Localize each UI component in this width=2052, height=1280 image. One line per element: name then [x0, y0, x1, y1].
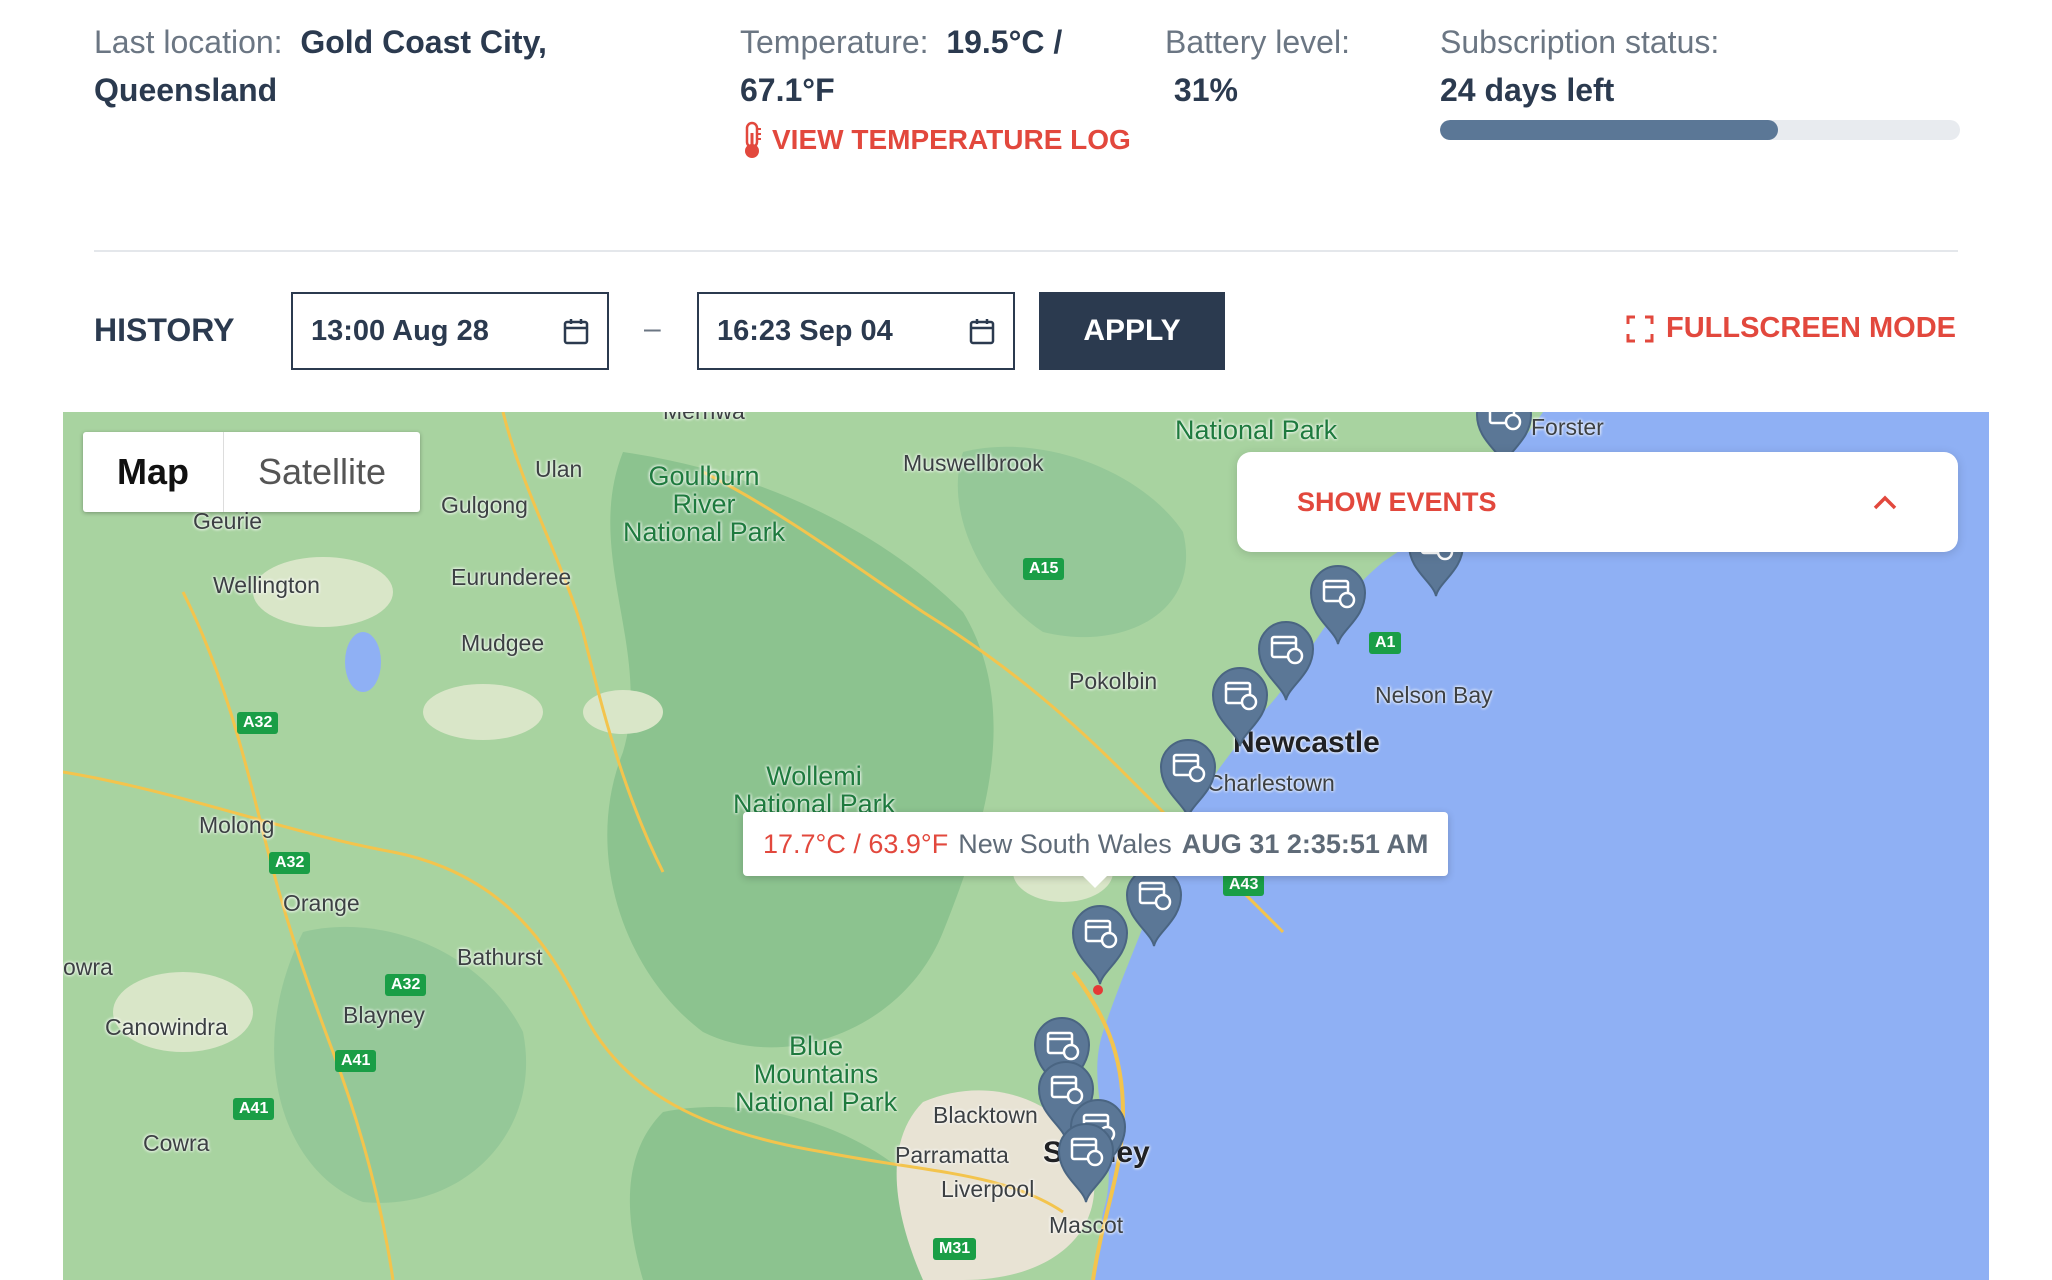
show-events-label: SHOW EVENTS: [1297, 486, 1497, 517]
map-label-nelson-bay: Nelson Bay: [1375, 682, 1493, 708]
map-label-blue-mountains-np: Blue Mountains National Park: [735, 1032, 897, 1116]
map-view[interactable]: Merriwa National Park Forster Muswellbro…: [63, 412, 1989, 1280]
map-label-wollemi-1: Wollemi: [766, 761, 862, 791]
map-label-wollemi-np: Wollemi National Park: [733, 762, 895, 818]
map-label-mascot: Mascot: [1049, 1212, 1124, 1238]
fullscreen-icon: [1626, 315, 1654, 342]
map-label-parramatta: Parramatta: [895, 1142, 1009, 1168]
map-label-national-park: National Park: [1175, 415, 1338, 445]
show-events-panel[interactable]: SHOW EVENTS: [1237, 452, 1958, 552]
calendar-event-icon: [1057, 1123, 1115, 1203]
road-shield-a41: A41: [233, 1098, 275, 1120]
map-label-goulburn-1: Goulburn: [648, 461, 760, 491]
map-label-canowindra: Canowindra: [105, 1014, 228, 1040]
event-marker[interactable]: [1053, 1118, 1119, 1204]
map-label-ulan: Ulan: [535, 456, 583, 482]
event-tooltip: 17.7°C / 63.9°F New South Wales AUG 31 2…: [743, 812, 1449, 888]
history-end-value: 16:23 Sep 04: [717, 314, 893, 347]
map-label-forster: Forster: [1531, 414, 1604, 440]
subscription-value: 24 days left: [1440, 72, 1615, 108]
temperature-label: Temperature:: [740, 24, 929, 60]
map-label-goulburn-river-np: Goulburn River National Park: [623, 462, 785, 546]
calendar-icon: [969, 319, 995, 345]
event-marker[interactable]: [1155, 734, 1221, 820]
map-label-pokolbin: Pokolbin: [1069, 668, 1158, 694]
map-label-charlestown: Charlestown: [1207, 770, 1335, 796]
map-label-molong: Molong: [199, 812, 275, 838]
map-label-goulburn-3: National Park: [623, 517, 786, 547]
history-start-input[interactable]: 13:00 Aug 28: [291, 292, 609, 370]
road-shield-a41: A41: [335, 1050, 377, 1072]
map-label-blue-1: Blue: [789, 1031, 844, 1061]
fullscreen-mode-button[interactable]: FULLSCREEN MODE: [1626, 312, 1956, 345]
subscription-progress-bar: [1440, 120, 1960, 140]
date-range-separator: –: [644, 312, 661, 345]
map-label-goulburn-2: River: [672, 489, 736, 519]
calendar-event-icon: [1071, 905, 1129, 985]
battery-level: Battery level: 31%: [1165, 18, 1405, 114]
apply-button[interactable]: APPLY: [1039, 292, 1225, 370]
tooltip-place: New South Wales: [958, 828, 1172, 859]
last-location-label: Last location:: [94, 24, 283, 60]
map-label-geurie: Geurie: [193, 508, 263, 534]
temperature: Temperature: 19.5°C / 67.1°F VIEW TEMPER…: [740, 18, 1140, 164]
subscription-progress-fill: [1440, 120, 1778, 140]
chevron-up-icon: [1873, 495, 1897, 510]
subscription-status: Subscription status: 24 days left: [1440, 18, 1960, 140]
map-label-blue-3: National Park: [735, 1087, 898, 1117]
map-label-muswellbrook: Muswellbrook: [903, 450, 1044, 476]
map-label-owra: owra: [63, 954, 113, 980]
calendar-event-icon: [1159, 739, 1217, 819]
calendar-icon: [563, 319, 589, 345]
map-type-satellite-button[interactable]: Satellite: [223, 432, 420, 512]
section-divider: [94, 250, 1958, 252]
event-marker[interactable]: [1067, 900, 1133, 986]
tooltip-temperature: 17.7°C / 63.9°F: [763, 828, 949, 859]
map-label-mudgee: Mudgee: [461, 630, 545, 656]
map-label-wellington: Wellington: [213, 572, 320, 598]
map-label-blue-2: Mountains: [753, 1059, 879, 1089]
road-shield-m31: M31: [933, 1238, 977, 1260]
map-label-cowra: Cowra: [143, 1130, 210, 1156]
map-type-map-button[interactable]: Map: [83, 432, 223, 512]
battery-label: Battery level:: [1165, 24, 1350, 60]
map-label-orange: Orange: [283, 890, 360, 916]
history-start-value: 13:00 Aug 28: [311, 314, 489, 347]
map-label-eurunderee: Eurunderee: [451, 564, 572, 590]
map-label-blayney: Blayney: [343, 1002, 425, 1028]
map-label-merriwa: Merriwa: [663, 412, 745, 425]
view-temperature-log-label: VIEW TEMPERATURE LOG: [772, 124, 1131, 155]
map-label-blacktown: Blacktown: [933, 1102, 1038, 1128]
road-shield-a32: A32: [237, 712, 279, 734]
history-end-input[interactable]: 16:23 Sep 04: [697, 292, 1015, 370]
road-shield-a43: A43: [1223, 874, 1265, 896]
road-shield-a15: A15: [1023, 558, 1065, 580]
map-label-gulgong: Gulgong: [441, 492, 528, 518]
map-label-liverpool: Liverpool: [941, 1176, 1035, 1202]
battery-value: 31%: [1173, 72, 1238, 108]
view-temperature-log-link[interactable]: VIEW TEMPERATURE LOG: [740, 116, 1140, 164]
road-shield-a32: A32: [269, 852, 311, 874]
map-type-toggle: Map Satellite: [83, 432, 421, 512]
tooltip-datetime: AUG 31 2:35:51 AM: [1181, 828, 1429, 859]
thermometer-icon: [745, 121, 761, 158]
road-shield-a32: A32: [385, 974, 427, 996]
road-shield-a1: A1: [1369, 632, 1402, 654]
history-title: HISTORY: [94, 312, 235, 348]
subscription-label: Subscription status:: [1440, 24, 1720, 60]
map-label-bathurst: Bathurst: [457, 944, 543, 970]
last-location: Last location: Gold Coast City, Queensla…: [94, 18, 654, 114]
fullscreen-mode-label: FULLSCREEN MODE: [1666, 312, 1956, 344]
